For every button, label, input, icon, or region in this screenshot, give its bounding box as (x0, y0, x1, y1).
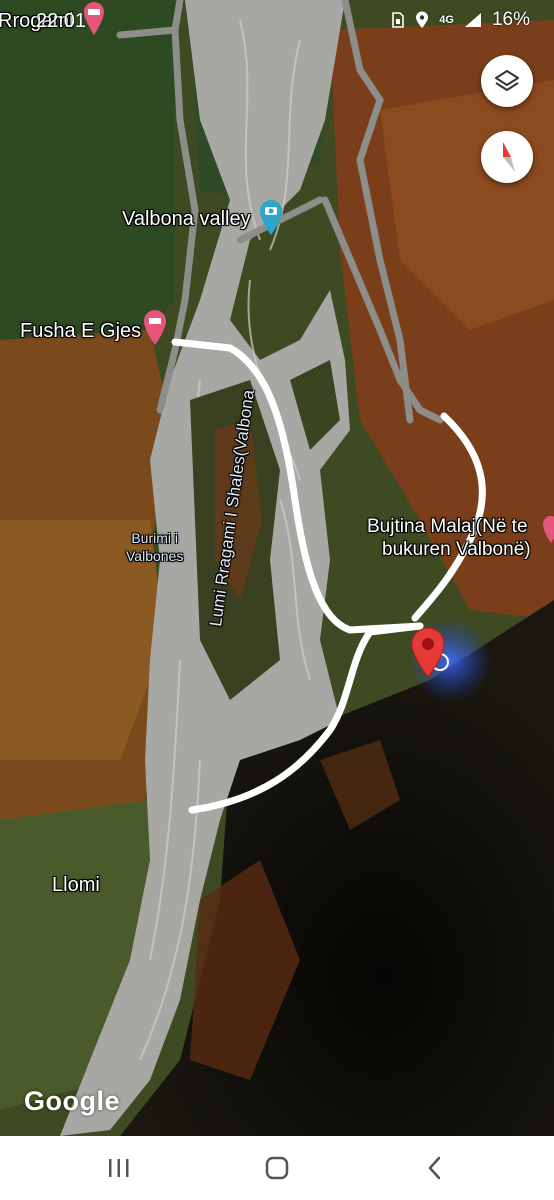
layers-button[interactable] (481, 55, 533, 107)
back-icon (428, 1156, 441, 1180)
home-button[interactable] (247, 1148, 307, 1188)
recents-icon (109, 1159, 129, 1177)
recents-button[interactable] (89, 1148, 149, 1188)
label-bujtina-line1[interactable]: Bujtina Malaj(Në te (367, 516, 528, 538)
back-button[interactable] (405, 1148, 465, 1188)
location-icon (416, 11, 429, 28)
label-llomi: Llomi (52, 874, 100, 896)
selected-location-pin[interactable] (410, 626, 446, 678)
screen: Rrogami Valbona valley Fusha E Gjes Buri… (0, 0, 554, 1200)
satellite-map[interactable]: Rrogami Valbona valley Fusha E Gjes Buri… (0, 0, 554, 1136)
label-burimi[interactable]: Burimi i Valbones (126, 529, 183, 565)
layers-icon (495, 70, 519, 91)
compass-button[interactable] (481, 131, 533, 183)
status-icons: 4G 16% (391, 9, 530, 31)
network-type: 4G (439, 14, 454, 26)
label-valbona-valley[interactable]: Valbona valley (122, 208, 251, 231)
label-burimi-line1: Burimi i (131, 530, 178, 546)
hotel-pin-bujtina[interactable] (543, 516, 554, 544)
camera-pin[interactable] (258, 198, 284, 236)
signal-icon (464, 13, 481, 27)
map-imagery (0, 0, 554, 1136)
google-attribution: Google (24, 1086, 120, 1116)
label-bujtina-line2[interactable]: bukuren Valbonë) (382, 539, 531, 561)
label-burimi-line2: Valbones (126, 548, 184, 564)
status-bar: 22:01 4G 16% (0, 0, 554, 40)
label-fusha-e-gjes[interactable]: Fusha E Gjes (20, 320, 141, 343)
sim-icon (392, 12, 405, 28)
battery-percent: 16% (491, 9, 530, 30)
system-nav-bar (0, 1136, 554, 1200)
compass-icon (503, 142, 519, 172)
hotel-pin-fusha[interactable] (142, 308, 168, 346)
status-time: 22:01 (36, 10, 87, 32)
home-icon (265, 1156, 289, 1180)
